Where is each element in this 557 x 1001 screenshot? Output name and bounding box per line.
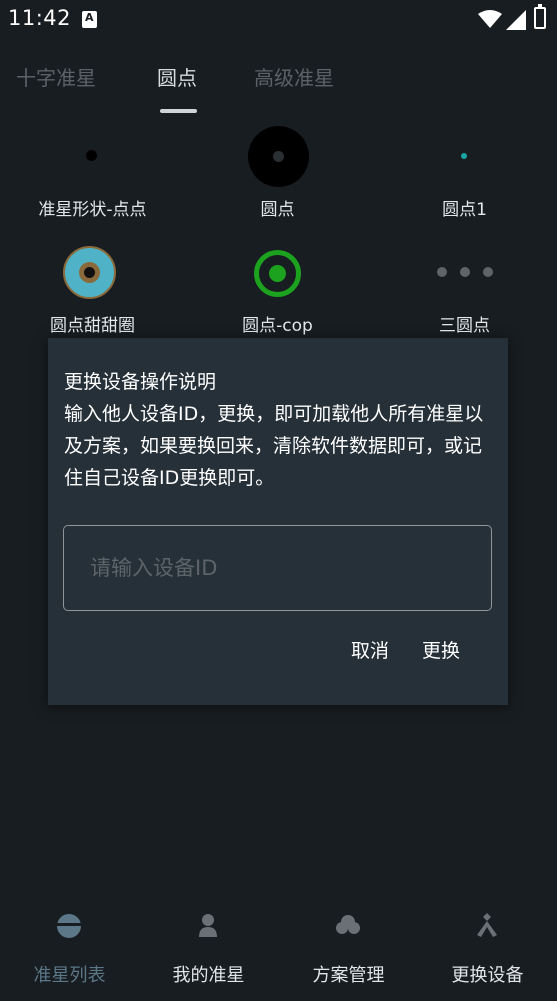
bottom-nav: 准星列表 我的准星 方案管理 更换设备 bbox=[0, 895, 557, 1001]
change-device-dialog: 更换设备操作说明 输入他人设备ID，更换，即可加载他人所有准星以及方案，如果要换… bbox=[48, 338, 508, 705]
nav-label: 方案管理 bbox=[312, 965, 385, 986]
cloud-icon bbox=[336, 915, 360, 934]
dialog-message: 更换设备操作说明 输入他人设备ID，更换，即可加载他人所有准星以及方案，如果要换… bbox=[64, 366, 494, 494]
nav-change-device[interactable]: 更换设备 bbox=[418, 895, 557, 1001]
device-id-input[interactable] bbox=[63, 525, 492, 611]
nav-my-crosshair[interactable]: 我的准星 bbox=[139, 895, 278, 1001]
dialog-body: 输入他人设备ID，更换，即可加载他人所有准星以及方案，如果要换回来，清除软件数据… bbox=[64, 403, 484, 489]
crosshair-list-icon bbox=[57, 914, 81, 938]
cancel-button[interactable]: 取消 bbox=[351, 636, 389, 663]
change-button[interactable]: 更换 bbox=[422, 636, 460, 663]
nav-label: 更换设备 bbox=[451, 965, 524, 986]
nav-plan-management[interactable]: 方案管理 bbox=[279, 895, 418, 1001]
person-icon bbox=[199, 914, 217, 937]
nav-label: 准星列表 bbox=[33, 965, 106, 986]
nav-label: 我的准星 bbox=[172, 965, 245, 986]
tools-icon bbox=[477, 913, 497, 937]
nav-crosshair-list[interactable]: 准星列表 bbox=[0, 895, 139, 1001]
dialog-title: 更换设备操作说明 bbox=[64, 371, 217, 393]
